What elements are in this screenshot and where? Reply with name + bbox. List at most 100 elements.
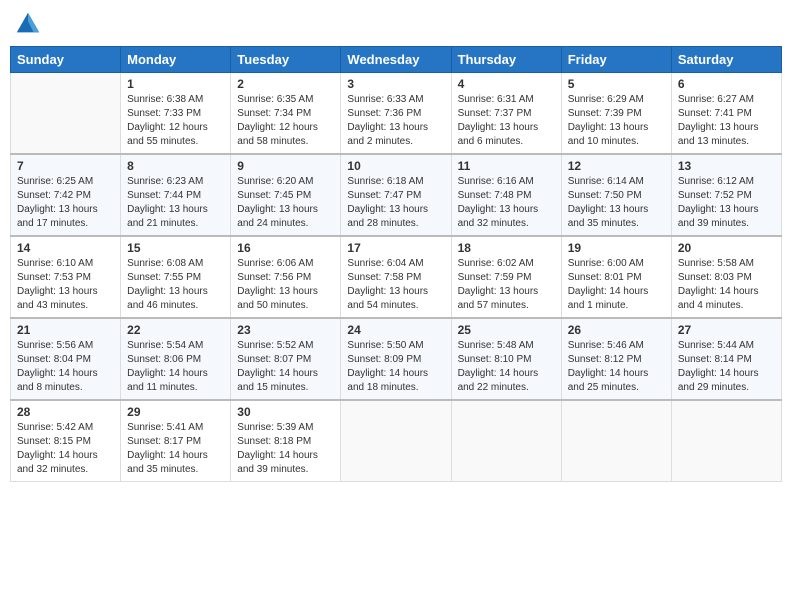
calendar-table: SundayMondayTuesdayWednesdayThursdayFrid… [10,46,782,482]
day-number: 24 [347,323,444,337]
day-info: Sunrise: 5:42 AM Sunset: 8:15 PM Dayligh… [17,421,114,477]
day-info: Sunrise: 6:14 AM Sunset: 7:50 PM Dayligh… [568,175,665,231]
day-info: Sunrise: 5:56 AM Sunset: 8:04 PM Dayligh… [17,339,114,395]
page-header [10,10,782,38]
day-info: Sunrise: 5:39 AM Sunset: 8:18 PM Dayligh… [237,421,334,477]
weekday-header-monday: Monday [121,47,231,73]
day-number: 3 [347,77,444,91]
day-number: 15 [127,241,224,255]
day-number: 6 [678,77,775,91]
day-number: 12 [568,159,665,173]
logo [14,10,46,38]
table-row: 11Sunrise: 6:16 AM Sunset: 7:48 PM Dayli… [451,154,561,236]
weekday-header-saturday: Saturday [671,47,781,73]
calendar-week-3: 14 Sunrise: 6:10 AM Sunset: 7:53 PM Dayli… [11,236,782,318]
day-info: Sunrise: 6:02 AM Sunset: 7:59 PM Dayligh… [458,257,555,313]
day-info: Sunrise: 6:00 AM Sunset: 8:01 PM Dayligh… [568,257,665,313]
day-info: Sunrise: 6:08 AM Sunset: 7:55 PM Dayligh… [127,257,224,313]
day-info: Sunrise: 6:25 AM Sunset: 7:42 PM Dayligh… [17,175,114,231]
table-row: 14 Sunrise: 6:10 AM Sunset: 7:53 PM Dayli… [11,236,121,318]
day-number: 1 [127,77,224,91]
day-info: Sunrise: 6:27 AM Sunset: 7:41 PM Dayligh… [678,93,775,149]
day-number: 7 [17,159,114,173]
day-info: Sunrise: 5:48 AM Sunset: 8:10 PM Dayligh… [458,339,555,395]
table-row: 20 Sunrise: 5:58 AM Sunset: 8:03 PM Dayli… [671,236,781,318]
day-info: Sunrise: 6:35 AM Sunset: 7:34 PM Dayligh… [237,93,334,149]
day-number: 17 [347,241,444,255]
table-row: 3 Sunrise: 6:33 AM Sunset: 7:36 PM Daylig… [341,73,451,155]
day-number: 19 [568,241,665,255]
day-info: Sunrise: 5:52 AM Sunset: 8:07 PM Dayligh… [237,339,334,395]
table-row: 30 Sunrise: 5:39 AM Sunset: 8:18 PM Dayli… [231,400,341,482]
table-row: 25 Sunrise: 5:48 AM Sunset: 8:10 PM Dayli… [451,318,561,400]
day-info: Sunrise: 6:18 AM Sunset: 7:47 PM Dayligh… [347,175,444,231]
table-row: 22 Sunrise: 5:54 AM Sunset: 8:06 PM Dayli… [121,318,231,400]
table-row: 28 Sunrise: 5:42 AM Sunset: 8:15 PM Dayli… [11,400,121,482]
day-number: 2 [237,77,334,91]
day-info: Sunrise: 5:41 AM Sunset: 8:17 PM Dayligh… [127,421,224,477]
day-info: Sunrise: 6:23 AM Sunset: 7:44 PM Dayligh… [127,175,224,231]
table-row: 13 Sunrise: 6:12 AM Sunset: 7:52 PM Dayli… [671,154,781,236]
day-info: Sunrise: 5:54 AM Sunset: 8:06 PM Dayligh… [127,339,224,395]
table-row: 1 Sunrise: 6:38 AM Sunset: 7:33 PM Daylig… [121,73,231,155]
table-row [341,400,451,482]
table-row: 18 Sunrise: 6:02 AM Sunset: 7:59 PM Dayli… [451,236,561,318]
table-row: 4 Sunrise: 6:31 AM Sunset: 7:37 PM Daylig… [451,73,561,155]
table-row [11,73,121,155]
day-info: Sunrise: 6:12 AM Sunset: 7:52 PM Dayligh… [678,175,775,231]
day-number: 8 [127,159,224,173]
table-row: 24 Sunrise: 5:50 AM Sunset: 8:09 PM Dayli… [341,318,451,400]
day-number: 26 [568,323,665,337]
day-number: 4 [458,77,555,91]
weekday-header-friday: Friday [561,47,671,73]
day-info: Sunrise: 5:44 AM Sunset: 8:14 PM Dayligh… [678,339,775,395]
table-row: 8 Sunrise: 6:23 AM Sunset: 7:44 PM Daylig… [121,154,231,236]
day-number: 11 [458,159,555,173]
day-number: 16 [237,241,334,255]
weekday-header-tuesday: Tuesday [231,47,341,73]
day-info: Sunrise: 6:10 AM Sunset: 7:53 PM Dayligh… [17,257,114,313]
day-info: Sunrise: 6:06 AM Sunset: 7:56 PM Dayligh… [237,257,334,313]
day-number: 30 [237,405,334,419]
day-info: Sunrise: 5:46 AM Sunset: 8:12 PM Dayligh… [568,339,665,395]
day-info: Sunrise: 6:29 AM Sunset: 7:39 PM Dayligh… [568,93,665,149]
day-number: 27 [678,323,775,337]
table-row: 9 Sunrise: 6:20 AM Sunset: 7:45 PM Daylig… [231,154,341,236]
table-row [671,400,781,482]
day-number: 29 [127,405,224,419]
weekday-header-wednesday: Wednesday [341,47,451,73]
calendar-week-5: 28 Sunrise: 5:42 AM Sunset: 8:15 PM Dayli… [11,400,782,482]
day-info: Sunrise: 6:33 AM Sunset: 7:36 PM Dayligh… [347,93,444,149]
day-number: 28 [17,405,114,419]
table-row: 17 Sunrise: 6:04 AM Sunset: 7:58 PM Dayli… [341,236,451,318]
day-info: Sunrise: 6:20 AM Sunset: 7:45 PM Dayligh… [237,175,334,231]
day-info: Sunrise: 6:38 AM Sunset: 7:33 PM Dayligh… [127,93,224,149]
table-row: 26 Sunrise: 5:46 AM Sunset: 8:12 PM Dayli… [561,318,671,400]
table-row: 27 Sunrise: 5:44 AM Sunset: 8:14 PM Dayli… [671,318,781,400]
table-row [451,400,561,482]
day-number: 18 [458,241,555,255]
day-info: Sunrise: 6:04 AM Sunset: 7:58 PM Dayligh… [347,257,444,313]
day-number: 20 [678,241,775,255]
day-info: Sunrise: 5:58 AM Sunset: 8:03 PM Dayligh… [678,257,775,313]
day-number: 21 [17,323,114,337]
calendar-week-4: 21 Sunrise: 5:56 AM Sunset: 8:04 PM Dayli… [11,318,782,400]
day-number: 25 [458,323,555,337]
day-number: 22 [127,323,224,337]
table-row: 5 Sunrise: 6:29 AM Sunset: 7:39 PM Daylig… [561,73,671,155]
table-row: 29 Sunrise: 5:41 AM Sunset: 8:17 PM Dayli… [121,400,231,482]
day-info: Sunrise: 5:50 AM Sunset: 8:09 PM Dayligh… [347,339,444,395]
table-row: 12 Sunrise: 6:14 AM Sunset: 7:50 PM Dayli… [561,154,671,236]
day-number: 13 [678,159,775,173]
calendar-week-1: 1 Sunrise: 6:38 AM Sunset: 7:33 PM Daylig… [11,73,782,155]
table-row: 7 Sunrise: 6:25 AM Sunset: 7:42 PM Daylig… [11,154,121,236]
table-row: 23 Sunrise: 5:52 AM Sunset: 8:07 PM Dayli… [231,318,341,400]
weekday-header-sunday: Sunday [11,47,121,73]
day-number: 9 [237,159,334,173]
day-number: 23 [237,323,334,337]
day-info: Sunrise: 6:31 AM Sunset: 7:37 PM Dayligh… [458,93,555,149]
day-number: 5 [568,77,665,91]
table-row: 16 Sunrise: 6:06 AM Sunset: 7:56 PM Dayli… [231,236,341,318]
day-number: 14 [17,241,114,255]
table-row [561,400,671,482]
